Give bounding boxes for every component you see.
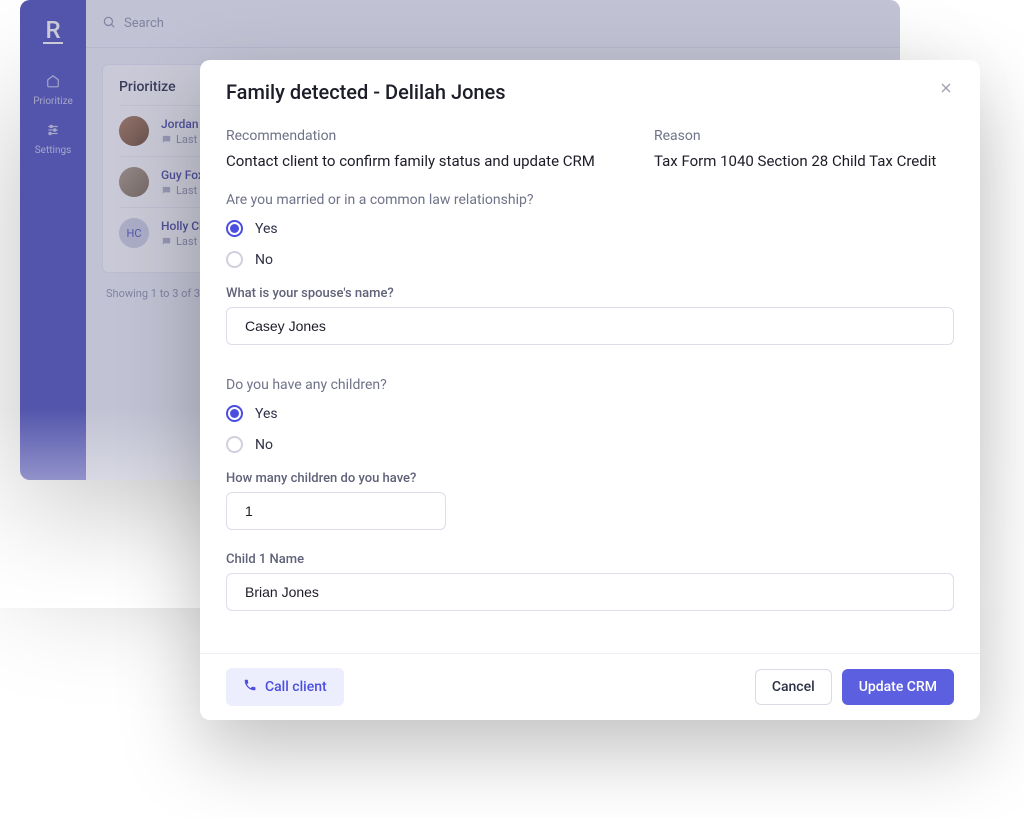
child1-name-label: Child 1 Name [226, 552, 954, 567]
update-crm-button[interactable]: Update CRM [842, 669, 954, 705]
radio-icon [226, 220, 243, 237]
children-radio-group: Yes No [226, 405, 954, 453]
cancel-button[interactable]: Cancel [755, 669, 832, 705]
children-yes-option[interactable]: Yes [226, 405, 954, 422]
call-client-button[interactable]: Call client [226, 668, 344, 706]
close-icon[interactable] [938, 80, 954, 101]
reason-label: Reason [654, 128, 954, 144]
radio-label: No [255, 252, 273, 268]
children-no-option[interactable]: No [226, 436, 954, 453]
button-label: Call client [265, 679, 327, 695]
recommendation-label: Recommendation [226, 128, 634, 144]
button-label: Update CRM [859, 679, 937, 695]
spouse-name-input[interactable] [226, 307, 954, 345]
child1-name-input[interactable] [226, 573, 954, 611]
button-label: Cancel [772, 679, 815, 695]
married-no-option[interactable]: No [226, 251, 954, 268]
children-count-label: How many children do you have? [226, 471, 954, 486]
radio-label: Yes [255, 406, 278, 422]
spouse-name-label: What is your spouse's name? [226, 286, 954, 301]
married-radio-group: Yes No [226, 220, 954, 268]
married-yes-option[interactable]: Yes [226, 220, 954, 237]
radio-icon [226, 251, 243, 268]
children-count-input[interactable] [226, 492, 446, 530]
radio-icon [226, 405, 243, 422]
family-modal: Family detected - Delilah Jones Recommen… [200, 60, 980, 720]
radio-label: No [255, 437, 273, 453]
phone-icon [243, 678, 257, 696]
question-married: Are you married or in a common law relat… [226, 192, 954, 208]
radio-label: Yes [255, 221, 278, 237]
modal-title: Family detected - Delilah Jones [226, 80, 506, 104]
reason-value: Tax Form 1040 Section 28 Child Tax Credi… [654, 152, 954, 170]
question-children: Do you have any children? [226, 377, 954, 393]
radio-icon [226, 436, 243, 453]
recommendation-value: Contact client to confirm family status … [226, 152, 634, 170]
